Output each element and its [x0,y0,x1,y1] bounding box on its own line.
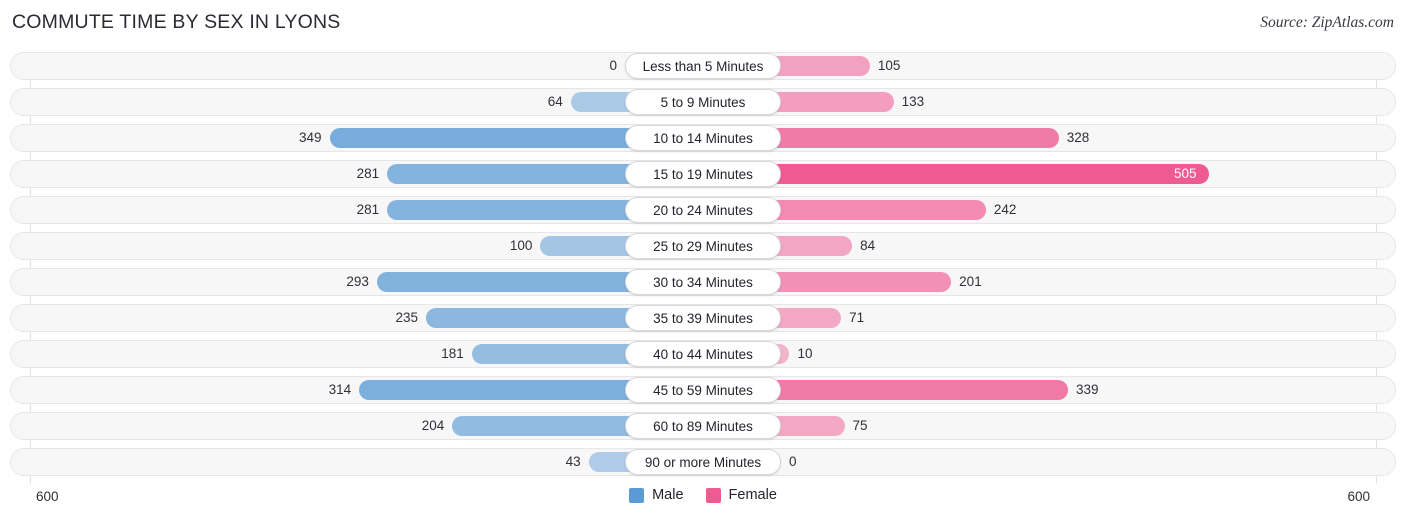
category-label[interactable]: 25 to 29 Minutes [625,233,781,259]
value-label-female: 201 [959,274,982,289]
value-label-female: 71 [849,310,865,325]
value-label-female: 328 [1066,130,1090,145]
category-label[interactable]: 10 to 14 Minutes [625,125,781,151]
legend-item[interactable]: Female [705,487,777,503]
value-label-male: 281 [356,202,380,217]
value-label-male: 235 [395,310,419,325]
category-label[interactable]: 5 to 9 Minutes [625,89,781,115]
chart-row: 204 75 60 to 89 Minutes [10,412,1396,440]
legend-swatch [705,487,721,503]
chart-legend: Male Female [0,487,1406,503]
value-label-female: 339 [1076,382,1099,397]
legend-label: Female [728,487,777,503]
category-label[interactable]: 20 to 24 Minutes [625,197,781,223]
chart-title: COMMUTE TIME BY SEX IN LYONS [12,11,341,33]
category-label[interactable]: 45 to 59 Minutes [625,377,781,403]
chart-row: 349 328 10 to 14 Minutes [10,124,1396,152]
chart-row: 314 339 45 to 59 Minutes [10,376,1396,404]
value-label-male: 204 [421,418,445,433]
chart-row: 43 0 90 or more Minutes [10,448,1396,476]
chart-row: 235 71 35 to 39 Minutes [10,304,1396,332]
value-label-male: 0 [609,58,617,73]
commute-time-diverging-bar-chart: COMMUTE TIME BY SEX IN LYONS Source: Zip… [0,0,1406,523]
value-label-male: 281 [356,166,380,181]
value-label-male: 314 [328,382,352,397]
value-label-male: 181 [441,346,464,361]
category-label[interactable]: 60 to 89 Minutes [625,413,781,439]
value-label-male: 43 [565,454,581,469]
value-label-male: 349 [298,130,322,145]
category-label[interactable]: 35 to 39 Minutes [625,305,781,331]
chart-row: 293 201 30 to 34 Minutes [10,268,1396,296]
value-label-male: 293 [346,274,369,289]
value-label-male: 100 [509,238,533,253]
chart-row: 181 10 40 to 44 Minutes [10,340,1396,368]
category-label[interactable]: 15 to 19 Minutes [625,161,781,187]
value-label-female: 75 [852,418,868,433]
value-label-female: 105 [877,58,901,73]
value-label-female: 242 [993,202,1017,217]
chart-row: 64 133 5 to 9 Minutes [10,88,1396,116]
value-label-male: 64 [547,94,563,109]
legend-label: Male [652,487,684,503]
chart-source-attribution: Source: ZipAtlas.com [1260,14,1394,31]
plot-area: 0 105 Less than 5 Minutes 64 133 5 to 9 Minut… [10,52,1396,484]
category-label[interactable]: 90 or more Minutes [625,449,781,475]
value-label-female: 84 [860,238,876,253]
chart-row: 281 505 15 to 19 Minutes [10,160,1396,188]
value-label-female: 133 [901,94,925,109]
legend-swatch [629,487,645,503]
chart-row: 100 84 25 to 29 Minutes [10,232,1396,260]
legend-item[interactable]: Male [629,487,684,503]
category-label[interactable]: Less than 5 Minutes [625,53,781,79]
value-label-female: 0 [789,454,797,469]
category-label[interactable]: 40 to 44 Minutes [625,341,781,367]
category-label[interactable]: 30 to 34 Minutes [625,269,781,295]
chart-row: 281 242 20 to 24 Minutes [10,196,1396,224]
chart-row: 0 105 Less than 5 Minutes [10,52,1396,80]
value-label-female: 10 [797,346,813,361]
